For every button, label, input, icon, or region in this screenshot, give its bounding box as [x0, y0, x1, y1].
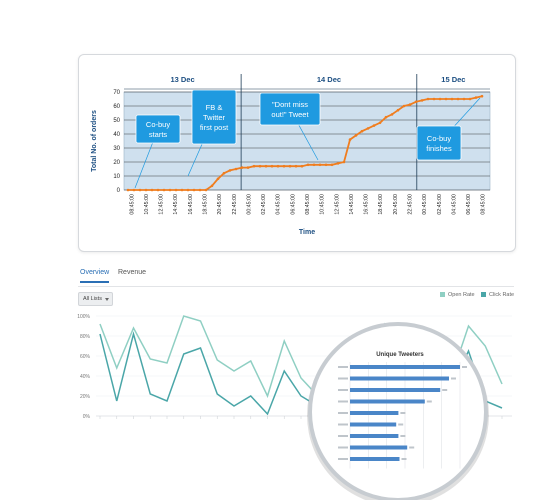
inset-value-label: [451, 377, 456, 380]
rate-chart: 0% 20% 40% 60% 80% 100% Unique Tweeters: [77, 314, 512, 500]
inset-row-label: [338, 366, 348, 368]
y-tick-label: 100%: [77, 314, 90, 320]
inset-row-label: [338, 458, 348, 460]
inset-bar: [350, 376, 449, 381]
inset-bar: [350, 411, 399, 415]
y-tick-label: 80%: [80, 334, 91, 340]
y-tick-label: 40%: [80, 374, 91, 380]
y-tick-label: 0%: [83, 414, 91, 420]
inset-row-label: [338, 435, 348, 437]
y-tick-label: 60%: [80, 354, 91, 360]
inset-value-label: [426, 400, 432, 403]
inset-value-label: [442, 389, 448, 391]
inset-value-label: [400, 412, 406, 414]
inset-title: Unique Tweeters: [376, 352, 424, 358]
inset-value-label: [400, 435, 406, 437]
inset-bar: [350, 388, 441, 392]
inset-bar: [350, 365, 460, 369]
inset-bar: [350, 434, 399, 438]
inset-value-label: [462, 366, 467, 368]
inset-row-label: [338, 389, 348, 391]
inset-value-label: [398, 423, 404, 426]
inset-row-label: [338, 423, 348, 426]
inset-bar: [350, 457, 400, 461]
inset-value-label: [401, 458, 407, 460]
inset-bar: [350, 422, 397, 427]
inset-row-label: [338, 400, 348, 403]
inset-value-label: [409, 446, 415, 449]
inset-bar: [350, 399, 425, 404]
inset-row-label: [338, 377, 348, 380]
inset-row-label: [338, 446, 348, 449]
inset-row-label: [338, 412, 348, 414]
inset-bar: [350, 445, 408, 450]
y-tick-label: 20%: [80, 394, 91, 400]
